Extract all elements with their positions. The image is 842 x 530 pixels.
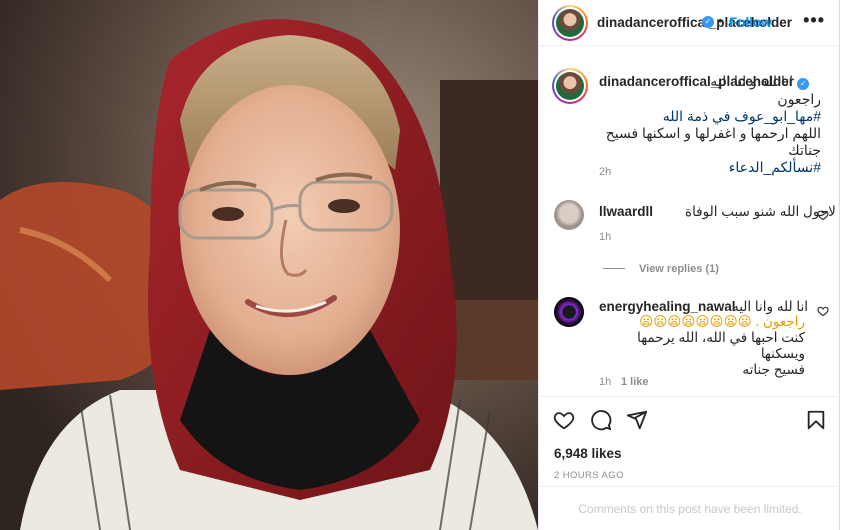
author-avatar[interactable] <box>552 5 588 41</box>
post-side-panel: dinadanceroffical_placeholder ✓ • Follow… <box>538 0 841 530</box>
commenter-username[interactable]: llwaardll <box>599 204 653 219</box>
commenter-username[interactable]: energyhealing_nawal <box>599 299 736 314</box>
view-replies-button[interactable]: View replies (1) <box>603 263 719 275</box>
caption-line-2: راجعون <box>777 91 821 107</box>
comment-text-line-1: انا لله وانا اليه <box>732 299 809 314</box>
post-header: dinadanceroffical_placeholder ✓ • Follow… <box>539 0 841 46</box>
caption-line-1: انا لله و انا اليه <box>710 73 793 89</box>
portrait-illustration <box>0 0 538 530</box>
post-actions-bar <box>539 396 841 442</box>
post-timestamp[interactable]: 2 HOURS AGO <box>554 470 624 481</box>
comments-limited-notice: Comments on this post have been limited. <box>539 486 841 530</box>
like-comment-heart-icon[interactable] <box>817 209 829 221</box>
comment-text: لاحول الله شنو سبب الوفاة <box>685 204 836 219</box>
share-icon[interactable] <box>626 409 648 431</box>
caption-hashtag-1[interactable]: #مها_ابو_عوف في ذمة الله <box>599 108 821 125</box>
verified-badge-icon: ✓ <box>702 16 714 28</box>
caption-hashtag-2[interactable]: #نسألكم_الدعاء <box>599 159 821 176</box>
comment-text-body: راجعون . 😦😦😦😦😦😦😦😦 كنت احبها في الله، الل… <box>599 314 805 378</box>
caption-timestamp[interactable]: 2h <box>599 166 611 178</box>
caption-avatar[interactable] <box>552 68 588 104</box>
caption-line-4: اللهم ارحمها و اغفرلها و اسكنها فسيح جنا… <box>605 125 821 158</box>
follow-button[interactable]: Follow <box>729 15 772 30</box>
comment-text-line-3: كنت احبها في الله، الله يرحمها ويسكنها <box>637 330 805 361</box>
comment-timestamp[interactable]: 1h <box>599 231 611 243</box>
comment-text-line-2: راجعون . 😦😦😦😦😦😦😦😦 <box>639 314 805 329</box>
replies-line <box>603 268 625 269</box>
caption-body: راجعون #مها_ابو_عوف في ذمة الله اللهم ار… <box>599 91 821 176</box>
comment-likes[interactable]: 1 like <box>621 376 649 388</box>
more-options-icon[interactable]: ••• <box>803 10 825 31</box>
commenter-avatar[interactable] <box>554 200 584 230</box>
likes-count[interactable]: 6,948 likes <box>554 446 622 461</box>
heart-icon[interactable] <box>553 409 575 431</box>
comment-timestamp[interactable]: 1h <box>599 376 611 388</box>
verified-badge-icon: ✓ <box>797 78 810 90</box>
commenter-avatar[interactable] <box>554 297 584 327</box>
comment-icon[interactable] <box>590 409 612 431</box>
post-photo[interactable] <box>0 0 538 530</box>
like-comment-heart-icon[interactable] <box>817 305 829 317</box>
view-replies-label: View replies (1) <box>639 263 719 275</box>
bookmark-icon[interactable] <box>805 409 827 431</box>
separator-dot: • <box>718 13 723 28</box>
instagram-post: dinadanceroffical_placeholder ✓ • Follow… <box>0 0 842 530</box>
